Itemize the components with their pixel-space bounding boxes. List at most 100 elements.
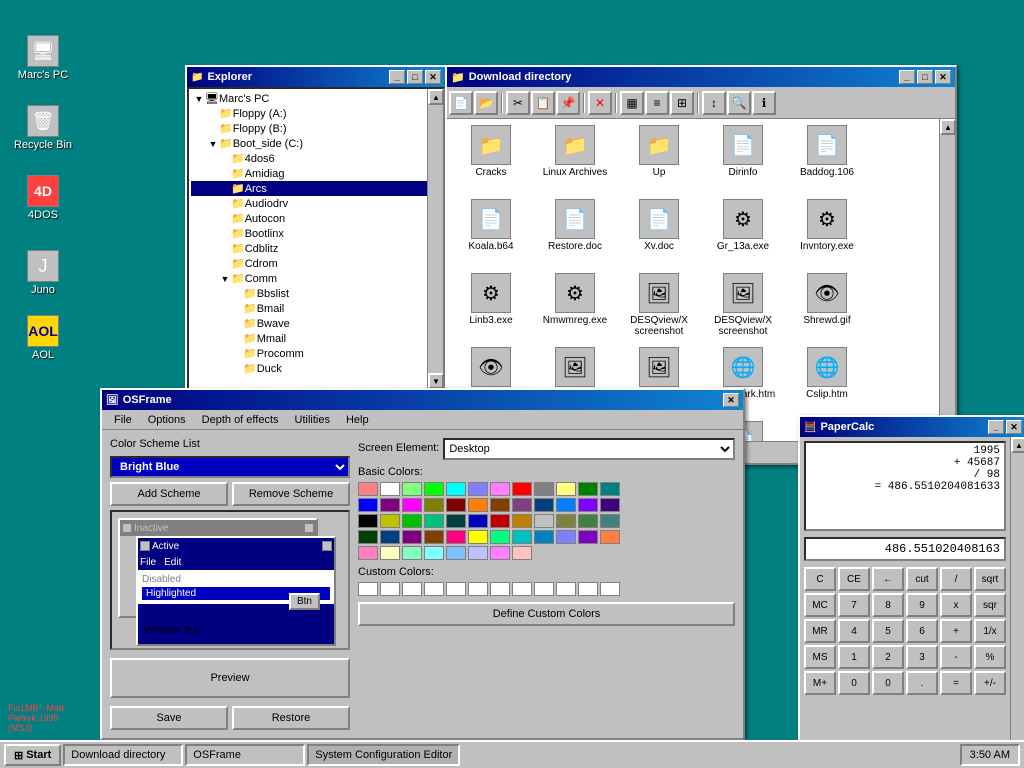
color-swatch-ff80ff[interactable] — [490, 482, 510, 496]
file-linux-archives[interactable]: 📁 Linux Archives — [535, 123, 615, 193]
preview-btn[interactable]: Preview — [110, 658, 350, 698]
color-swatch-c0c000[interactable] — [380, 514, 400, 528]
calc-btn-sqr[interactable]: sqr — [974, 593, 1006, 617]
calc-btn-sqrt[interactable]: sqrt — [974, 567, 1006, 591]
tb-btn-1[interactable]: 📄 — [449, 91, 473, 115]
add-scheme-btn[interactable]: Add Scheme — [110, 482, 228, 506]
calc-btn-CE[interactable]: CE — [838, 567, 870, 591]
desktop-icon-aol[interactable]: AOL AOL — [8, 315, 78, 361]
custom-swatch-6[interactable] — [490, 582, 510, 596]
tb-view-btn-3[interactable]: ⊞ — [670, 91, 694, 115]
tb-filter-btn[interactable]: 🔍 — [727, 91, 751, 115]
color-scheme-select[interactable]: Bright Blue — [110, 456, 350, 478]
color-swatch-8000c0[interactable] — [578, 530, 598, 544]
file-up[interactable]: 📁 Up — [619, 123, 699, 193]
menu-depth[interactable]: Depth of effects — [194, 412, 287, 428]
color-swatch-408080[interactable] — [600, 514, 620, 528]
scroll-up-btn[interactable]: ▲ — [428, 89, 444, 105]
tree-bootlinx[interactable]: 📁 Bootlinx — [191, 226, 427, 241]
color-swatch-80c0ff[interactable] — [446, 546, 466, 560]
download-scrollbar[interactable]: ▲ ▼ — [939, 119, 955, 441]
color-swatch-004040[interactable] — [446, 514, 466, 528]
color-swatch-ffc0c0[interactable] — [512, 546, 532, 560]
calc-btn-_[interactable]: % — [974, 645, 1006, 669]
custom-swatch-2[interactable] — [402, 582, 422, 596]
color-swatch-00ffff[interactable] — [446, 482, 466, 496]
download-maximize-btn[interactable]: □ — [917, 70, 933, 84]
desktop-icon-recycle-bin[interactable]: 🗑 Recycle Bin — [8, 105, 78, 151]
color-swatch-ff00ff[interactable] — [402, 498, 422, 512]
calc-btn-cut[interactable]: cut — [906, 567, 938, 591]
tree-marcs-pc[interactable]: ▼🖥 Marc's PC — [191, 91, 427, 106]
color-swatch-00c0c0[interactable] — [512, 530, 532, 544]
color-swatch-00ff00[interactable] — [424, 482, 444, 496]
file-koala[interactable]: 📄 Koala.b64 — [451, 197, 531, 267]
color-swatch-c0c0c0[interactable] — [534, 514, 554, 528]
custom-swatch-1[interactable] — [380, 582, 400, 596]
custom-swatch-0[interactable] — [358, 582, 378, 596]
color-swatch-0080ff[interactable] — [556, 498, 576, 512]
download-minimize-btn[interactable]: _ — [899, 70, 915, 84]
calc-btn-5[interactable]: 5 — [872, 619, 904, 643]
file-desq2[interactable]: 🖼 DESQview/X screenshot — [703, 271, 783, 341]
calc-btn-7[interactable]: 7 — [838, 593, 870, 617]
tb-copy-btn[interactable]: 📋 — [531, 91, 555, 115]
file-gr13a[interactable]: ⚙ Gr_13a.exe — [703, 197, 783, 267]
color-swatch-ff0000[interactable] — [512, 482, 532, 496]
color-swatch-ff8040[interactable] — [600, 530, 620, 544]
explorer-minimize-btn[interactable]: _ — [389, 70, 405, 84]
dl-scroll-up[interactable]: ▲ — [940, 119, 955, 135]
tb-sort-btn[interactable]: ↕ — [702, 91, 726, 115]
tree-autocon[interactable]: 📁 Autocon — [191, 211, 427, 226]
color-swatch-008000[interactable] — [578, 482, 598, 496]
calc-btn-3[interactable]: 3 — [906, 645, 938, 669]
color-swatch-8080ff[interactable] — [556, 530, 576, 544]
color-swatch-c0c0ff[interactable] — [468, 546, 488, 560]
color-swatch-8000ff[interactable] — [578, 498, 598, 512]
color-swatch-c00000[interactable] — [490, 514, 510, 528]
tree-bmail[interactable]: 📁 Bmail — [191, 301, 427, 316]
tree-arcs[interactable]: 📁 Arcs — [191, 181, 427, 196]
papercalc-minimize-btn[interactable]: _ — [988, 420, 1004, 434]
calc-btn-_[interactable]: + — [940, 619, 972, 643]
menu-options[interactable]: Options — [140, 412, 194, 428]
custom-swatch-3[interactable] — [424, 582, 444, 596]
explorer-scrollbar[interactable]: ▲ ▼ — [427, 89, 443, 389]
screen-element-select[interactable]: Desktop — [443, 438, 735, 460]
desktop-icon-4dos[interactable]: 4D 4DOS — [8, 175, 78, 221]
calc-btn-M_[interactable]: M+ — [804, 671, 836, 695]
tree-bbslist[interactable]: 📁 Bbslist — [191, 286, 427, 301]
calc-btn-_[interactable]: - — [940, 645, 972, 669]
color-swatch-ff8080[interactable] — [358, 482, 378, 496]
calc-btn-0[interactable]: 0 — [872, 671, 904, 695]
calc-btn-1_x[interactable]: 1/x — [974, 619, 1006, 643]
calc-scroll-up[interactable]: ▲ — [1011, 437, 1024, 453]
calc-btn-_[interactable]: ← — [872, 567, 904, 591]
color-swatch-0080c0[interactable] — [534, 530, 554, 544]
taskbar-item-sysconfig[interactable]: System Configuration Editor — [307, 744, 460, 766]
download-close-btn[interactable]: ✕ — [935, 70, 951, 84]
tree-amidiag[interactable]: 📁 Amidiag — [191, 166, 427, 181]
tree-audiodrv[interactable]: 📁 Audiodrv — [191, 196, 427, 211]
color-swatch-ff80c0[interactable] — [358, 546, 378, 560]
color-swatch-004080[interactable] — [380, 530, 400, 544]
color-swatch-408040[interactable] — [578, 514, 598, 528]
color-swatch-c08000[interactable] — [512, 514, 532, 528]
calc-btn-9[interactable]: 9 — [906, 593, 938, 617]
color-swatch-8080ff[interactable] — [468, 482, 488, 496]
calc-btn-x[interactable]: x — [940, 593, 972, 617]
custom-swatch-10[interactable] — [578, 582, 598, 596]
start-button[interactable]: ⊞ Start — [4, 744, 61, 766]
custom-swatch-11[interactable] — [600, 582, 620, 596]
explorer-close-btn[interactable]: ✕ — [425, 70, 441, 84]
calc-btn-8[interactable]: 8 — [872, 593, 904, 617]
tree-comm[interactable]: ▼📁 Comm — [191, 271, 427, 286]
tb-cut-btn[interactable]: ✂ — [506, 91, 530, 115]
menu-utilities[interactable]: Utilities — [287, 412, 338, 428]
calc-btn-0[interactable]: 0 — [838, 671, 870, 695]
tree-floppy-a[interactable]: 📁 Floppy (A:) — [191, 106, 427, 121]
tree-boot-side[interactable]: ▼📁 Boot_side (C:) — [191, 136, 427, 151]
tree-bwave[interactable]: 📁 Bwave — [191, 316, 427, 331]
color-swatch-004000[interactable] — [358, 530, 378, 544]
file-cracks[interactable]: 📁 Cracks — [451, 123, 531, 193]
